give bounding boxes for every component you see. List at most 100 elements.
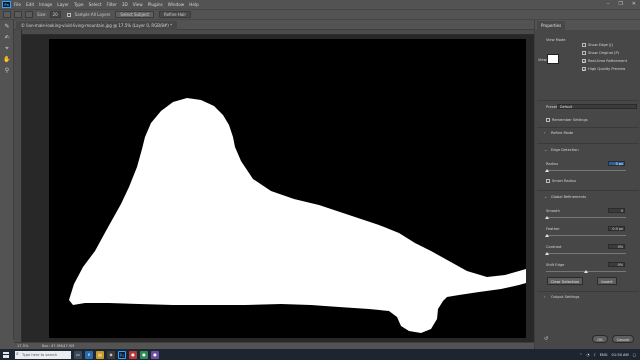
volume-icon[interactable]: ♪ (593, 353, 595, 357)
photoshop-logo: Ps (2, 1, 11, 8)
store-icon[interactable]: ◈ (107, 350, 115, 359)
close-button[interactable]: ✕ (632, 1, 636, 7)
radius-slider-track[interactable] (546, 170, 626, 171)
divider (537, 127, 639, 128)
options-bar: Size: 20 Sample All Layers Select Subjec… (0, 9, 640, 20)
menu-file[interactable]: File (14, 2, 21, 7)
shift-edge-slider-thumb[interactable] (584, 270, 588, 273)
properties-tab[interactable]: Properties (537, 21, 566, 30)
radius-label: Radius (546, 162, 559, 166)
chevron-down-icon[interactable]: ⌄ (544, 194, 547, 199)
invert-button[interactable]: Invert (597, 277, 617, 285)
status-bar: 17.5% Doc: 47.5M/47.5M (14, 342, 534, 349)
chevron-up-icon[interactable]: ⌃ (579, 353, 582, 357)
brush-add-mode[interactable] (14, 11, 22, 18)
ok-button[interactable]: OK (592, 335, 608, 343)
quick-selection-tool-icon[interactable]: ✎ (2, 22, 12, 31)
shift-edge-label: Shift Edge (546, 263, 565, 267)
show-original-label: Show Original (P) (588, 51, 620, 55)
refine-hair-button[interactable]: Refine Hair (158, 11, 192, 18)
menu-select[interactable]: Select (89, 2, 102, 7)
shift-edge-input[interactable]: 0% (608, 262, 625, 267)
menu-window[interactable]: Window (168, 2, 185, 7)
chevron-right-icon[interactable]: › (544, 130, 546, 135)
document-tab[interactable]: © lion-male-looking-vivid-living-mountai… (16, 21, 178, 30)
edge-detection-heading[interactable]: Edge Detection (551, 148, 579, 152)
feather-slider-track[interactable] (546, 235, 626, 236)
app-taskbar-icon[interactable]: ● (129, 350, 137, 359)
canvas-area[interactable] (22, 35, 534, 342)
smooth-input[interactable]: 0 (608, 208, 625, 213)
notification-icon[interactable]: ▢ (633, 353, 636, 357)
show-edge-label: Show Edge (J) (588, 43, 613, 47)
menu-layer[interactable]: Layer (57, 2, 69, 7)
task-view-icon[interactable]: ▭ (74, 350, 82, 359)
refine-mode-heading[interactable]: Refine Mode (551, 131, 573, 135)
photoshop-taskbar-icon[interactable]: Ps (118, 350, 126, 359)
menu-help[interactable]: Help (189, 2, 199, 7)
smooth-slider-track[interactable] (546, 217, 626, 218)
lasso-tool-icon[interactable]: ⌖ (2, 44, 12, 53)
remember-settings-label: Remember Settings (552, 118, 588, 122)
radius-input[interactable]: 0 px (608, 161, 625, 166)
realtime-refinement-checkbox[interactable] (582, 59, 586, 64)
edge-browser-icon[interactable]: e (85, 350, 93, 359)
tool-preset-picker[interactable] (3, 11, 11, 18)
clock[interactable]: 01:50 AM (612, 353, 629, 357)
contrast-slider-thumb[interactable] (545, 252, 549, 255)
contrast-input[interactable]: 0% (608, 244, 625, 249)
feather-slider-thumb[interactable] (545, 234, 549, 237)
smart-radius-checkbox[interactable] (546, 179, 550, 183)
smooth-slider-thumb[interactable] (545, 216, 549, 219)
chevron-down-icon[interactable]: ⌄ (544, 147, 547, 152)
zoom-level[interactable]: 17.5% (17, 344, 28, 348)
sample-all-layers-checkbox[interactable] (66, 12, 71, 17)
divider (537, 143, 639, 144)
image-canvas[interactable] (49, 39, 526, 338)
global-refinements-heading[interactable]: Global Refinements (551, 195, 586, 199)
minimize-button[interactable]: – (607, 1, 610, 7)
high-quality-preview-checkbox[interactable] (582, 67, 586, 72)
reset-icon[interactable]: ↺ (544, 336, 548, 342)
radius-slider-thumb[interactable] (545, 169, 549, 172)
remember-settings-checkbox[interactable] (546, 118, 550, 122)
preset-dropdown[interactable]: Default (557, 104, 637, 109)
menu-items: File Edit Image Layer Type Select Filter… (14, 2, 199, 7)
menu-3d[interactable]: 3D (122, 2, 128, 7)
brush-subtract-mode[interactable] (25, 11, 33, 18)
file-explorer-icon[interactable]: ▤ (96, 350, 104, 359)
menu-filter[interactable]: Filter (106, 2, 116, 7)
select-subject-button[interactable]: Select Subject (115, 11, 154, 18)
menu-type[interactable]: Type (74, 2, 84, 7)
chevron-right-icon[interactable]: › (544, 294, 546, 299)
properties-body: View Mode View: Show Edge (J) Show Origi… (535, 30, 640, 349)
menu-edit[interactable]: Edit (26, 2, 34, 7)
view-mode-thumbnail[interactable] (547, 54, 559, 64)
wifi-icon[interactable]: ◔ (586, 353, 589, 357)
maximize-button[interactable]: ❐ (618, 1, 622, 7)
high-quality-preview-label: High Quality Preview (588, 67, 626, 71)
refine-edge-brush-icon[interactable]: ✍ (2, 33, 12, 42)
app-taskbar-icon[interactable]: ● (151, 350, 159, 359)
size-label: Size: (37, 12, 47, 17)
menu-image[interactable]: Image (39, 2, 52, 7)
contrast-slider-track[interactable] (546, 253, 626, 254)
language-indicator[interactable]: ENG (600, 353, 608, 357)
show-edge-checkbox[interactable] (582, 43, 586, 47)
clear-selection-button[interactable]: Clear Selection (547, 277, 583, 285)
cancel-button[interactable]: Cancel (612, 335, 634, 343)
taskbar-search[interactable]: Type here to search (15, 350, 71, 359)
tools-panel: ✎ ✍ ⌖ ✋ ⚲ (0, 20, 14, 340)
output-settings-heading[interactable]: Output Settings (551, 295, 579, 299)
show-original-checkbox[interactable] (582, 51, 586, 55)
zoom-tool-icon[interactable]: ⚲ (2, 66, 12, 75)
hand-tool-icon[interactable]: ✋ (2, 55, 12, 64)
view-mode-heading: View Mode (546, 38, 566, 42)
app-taskbar-icon[interactable]: ● (140, 350, 148, 359)
windows-start-icon[interactable] (3, 351, 9, 358)
menu-view[interactable]: View (133, 2, 143, 7)
feather-input[interactable]: 0.0 px (608, 226, 625, 231)
sample-all-layers-label: Sample All Layers (74, 12, 111, 17)
size-input[interactable]: 20 (49, 11, 61, 18)
menu-plugins[interactable]: Plugins (148, 2, 163, 7)
